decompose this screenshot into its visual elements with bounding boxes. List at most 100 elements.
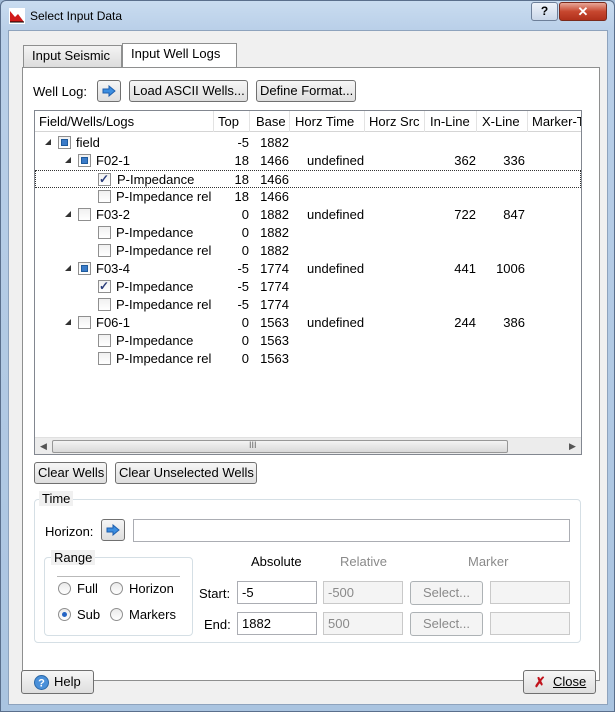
col-header-top[interactable]: Top (218, 114, 239, 129)
start-absolute-input[interactable]: -5 (237, 581, 317, 604)
title-close-button[interactable]: ✕ (559, 2, 607, 21)
row-base: 1882 (260, 207, 289, 222)
col-header-horz-time[interactable]: Horz Time (295, 114, 354, 129)
tab-input-seismic[interactable]: Input Seismic (23, 45, 122, 67)
well-checkbox[interactable] (78, 154, 91, 167)
row-name: P-Impedance rel (116, 351, 212, 366)
tree-header: Field/Wells/Logs Top Base Horz Time Horz… (35, 111, 581, 132)
range-group-title: Range (51, 550, 96, 565)
row-top: 0 (241, 225, 249, 240)
scroll-right-icon[interactable]: ▶ (564, 439, 581, 454)
end-marker-field[interactable] (490, 612, 570, 635)
scroll-left-icon[interactable]: ◀ (35, 439, 52, 454)
start-marker-field[interactable] (490, 581, 570, 604)
tree-row-well[interactable]: F03-4 -5 1774 undefined 441 1006 (35, 260, 581, 278)
start-marker-select-button[interactable]: Select... (410, 581, 483, 605)
tree-row-log[interactable]: P-Impedance rel 0 1882 (35, 242, 581, 260)
range-full-label[interactable]: Full (77, 581, 98, 596)
row-top: -5 (237, 261, 249, 276)
title-help-button[interactable]: ? (531, 2, 558, 21)
row-name: F03-2 (96, 207, 130, 222)
tree-row-well[interactable]: F06-1 0 1563 undefined 244 386 (35, 314, 581, 332)
expanded-arrow-icon[interactable] (64, 264, 72, 272)
tree-row-log-selected[interactable]: ✓ P-Impedance 18 1466 (35, 170, 581, 188)
horizontal-scrollbar[interactable]: ◀ III ▶ (35, 437, 581, 454)
end-marker-select-button[interactable]: Select... (410, 612, 483, 636)
range-full-radio[interactable] (58, 582, 71, 595)
load-ascii-wells-button[interactable]: Load ASCII Wells... (129, 80, 248, 102)
tree-row-log[interactable]: P-Impedance 0 1882 (35, 224, 581, 242)
field-checkbox[interactable] (58, 136, 71, 149)
range-sub-radio[interactable] (58, 608, 71, 621)
col-header-inline[interactable]: In-Line (430, 114, 470, 129)
col-header-field[interactable]: Field/Wells/Logs (39, 114, 134, 129)
end-relative-input[interactable]: 500 (323, 612, 403, 635)
scroll-thumb[interactable]: III (52, 440, 508, 453)
tab-input-well-logs[interactable]: Input Well Logs (122, 43, 237, 67)
close-button[interactable]: ✗ Close (523, 670, 596, 694)
horizon-select-button[interactable] (101, 519, 125, 541)
row-horz-time: undefined (307, 315, 365, 330)
range-horizon-radio[interactable] (110, 582, 123, 595)
col-header-base[interactable]: Base (256, 114, 286, 129)
log-checkbox[interactable]: ✓ (98, 172, 111, 186)
row-name: P-Impedance (117, 172, 195, 187)
row-name: field (76, 135, 100, 150)
row-inline: 244 (454, 315, 476, 330)
log-checkbox[interactable]: ✓ (98, 279, 111, 293)
well-log-label: Well Log: (33, 84, 87, 99)
row-top: 0 (241, 351, 249, 366)
expanded-arrow-icon[interactable] (44, 138, 52, 146)
row-horz-time: undefined (307, 261, 365, 276)
tree-row-log[interactable]: ✓ P-Impedance -5 1774 (35, 278, 581, 296)
log-checkbox[interactable] (98, 226, 111, 239)
row-name: F03-4 (96, 261, 130, 276)
tree-row-log[interactable]: P-Impedance rel 18 1466 (35, 188, 581, 206)
close-button-label: Close (553, 674, 587, 689)
define-format-button[interactable]: Define Format... (256, 80, 356, 102)
log-checkbox[interactable] (98, 334, 111, 347)
tree-row-field[interactable]: field -5 1882 (35, 134, 581, 152)
row-xline: 1006 (496, 261, 525, 276)
range-markers-label[interactable]: Markers (129, 607, 176, 622)
log-checkbox[interactable] (98, 244, 111, 257)
clear-unselected-wells-button[interactable]: Clear Unselected Wells (115, 462, 257, 484)
title-bar[interactable]: Select Input Data ? ✕ (1, 1, 614, 31)
col-header-xline[interactable]: X-Line (482, 114, 520, 129)
log-checkbox[interactable] (98, 190, 111, 203)
range-markers-radio[interactable] (110, 608, 123, 621)
row-top: 18 (234, 189, 249, 204)
row-horz-time: undefined (307, 207, 365, 222)
expanded-arrow-icon[interactable] (64, 210, 72, 218)
well-checkbox[interactable] (78, 316, 91, 329)
row-inline: 441 (454, 261, 476, 276)
log-checkbox[interactable] (98, 298, 111, 311)
col-header-marker[interactable]: Marker-T (532, 114, 581, 129)
expanded-arrow-icon[interactable] (64, 318, 72, 326)
row-top: 0 (241, 315, 249, 330)
tree-row-log[interactable]: P-Impedance 0 1563 (35, 332, 581, 350)
end-absolute-input[interactable]: 1882 (237, 612, 317, 635)
range-horizon-label[interactable]: Horizon (129, 581, 174, 596)
clear-wells-button[interactable]: Clear Wells (34, 462, 107, 484)
row-name: P-Impedance (116, 333, 194, 348)
time-group-title: Time (39, 491, 74, 506)
row-base: 1563 (260, 351, 289, 366)
tree-row-well[interactable]: F02-1 18 1466 undefined 362 336 (35, 152, 581, 170)
col-header-horz-src[interactable]: Horz Src (369, 114, 420, 129)
app-icon (9, 8, 25, 24)
expanded-arrow-icon[interactable] (64, 156, 72, 164)
well-log-select-button[interactable] (97, 80, 121, 102)
row-inline: 722 (454, 207, 476, 222)
start-relative-input[interactable]: -500 (323, 581, 403, 604)
wells-tree-table[interactable]: Field/Wells/Logs Top Base Horz Time Horz… (34, 110, 582, 455)
tree-row-log[interactable]: P-Impedance rel 0 1563 (35, 350, 581, 368)
log-checkbox[interactable] (98, 352, 111, 365)
well-checkbox[interactable] (78, 208, 91, 221)
help-button[interactable]: ? Help (21, 670, 94, 694)
range-sub-label[interactable]: Sub (77, 607, 100, 622)
horizon-input[interactable] (133, 519, 570, 542)
tree-row-well[interactable]: F03-2 0 1882 undefined 722 847 (35, 206, 581, 224)
tree-row-log[interactable]: P-Impedance rel -5 1774 (35, 296, 581, 314)
well-checkbox[interactable] (78, 262, 91, 275)
